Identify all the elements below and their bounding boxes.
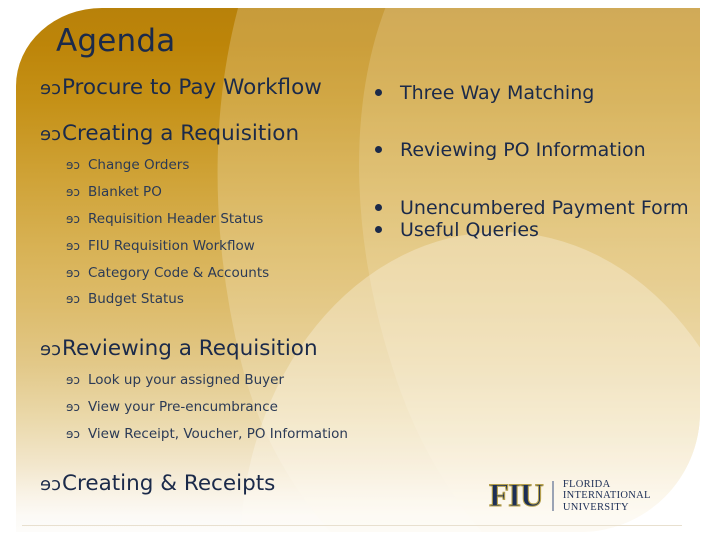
bullet-item-level2: ɘɔ View Receipt, Voucher, PO Information: [66, 427, 400, 442]
bullet-text: Creating & Receipts: [61, 470, 276, 496]
bullet-item-level2: ɘɔ Requisition Header Status: [66, 210, 400, 227]
bullet-item-level2: ɘɔ Look up your assigned Buyer: [66, 373, 400, 388]
bullet-text: View Receipt, Voucher, PO Information: [87, 425, 348, 442]
bullet-item-right: Reviewing PO Information: [375, 139, 705, 161]
ornament-bullet-icon: ɘɔ: [66, 185, 80, 199]
round-bullet-icon: [375, 89, 382, 96]
bullet-text: Three Way Matching: [400, 82, 595, 104]
bullet-item-right: Useful Queries: [375, 219, 705, 241]
bullet-item-level2: ɘɔ View your Pre-encumbrance: [66, 400, 400, 415]
ornament-bullet-icon: ɘɔ: [66, 426, 80, 441]
logo-line-florida: FLORIDA: [562, 478, 611, 490]
fiu-full-name: FLORIDA INTERNATIONAL UNIVERSITY: [563, 479, 651, 514]
round-bullet-icon: [375, 203, 382, 211]
bullet-text: Change Orders: [87, 157, 190, 174]
bullet-text: Useful Queries: [400, 219, 539, 242]
bullet-text: Unencumbered Payment Form: [400, 196, 689, 219]
presentation-slide: Agenda ɘɔ Procure to Pay Workflow ɘɔ Cre…: [0, 0, 720, 540]
bullet-item-level2: ɘɔ FIU Requisition Workflow: [66, 237, 400, 254]
fiu-logo: FIU FLORIDA INTERNATIONAL UNIVERSITY: [488, 477, 651, 514]
bullet-item-right: Three Way Matching: [375, 82, 705, 104]
bullet-item-level2: ɘɔ Category Code & Accounts: [66, 264, 400, 281]
ornament-bullet-icon: ɘɔ: [66, 400, 80, 415]
bullet-item-level2: ɘɔ Blanket PO: [66, 185, 400, 200]
ornament-bullet-icon: ɘɔ: [40, 473, 61, 495]
bullet-item-level1: ɘɔ Creating a Requisition: [40, 121, 400, 147]
logo-divider: [551, 481, 554, 511]
bullet-item-level1: ɘɔ Procure to Pay Workflow: [40, 75, 400, 100]
bullet-item-level2: ɘɔ Budget Status: [66, 292, 400, 307]
right-bullet-column: Three Way Matching Reviewing PO Informat…: [375, 82, 705, 242]
bullet-item-level1: ɘɔ Reviewing a Requisition: [40, 337, 400, 361]
ornament-bullet-icon: ɘɔ: [40, 124, 61, 146]
bullet-text: Procure to Pay Workflow: [61, 75, 322, 100]
ornament-bullet-icon: ɘɔ: [66, 373, 80, 388]
logo-line-university: UNIVERSITY: [562, 501, 629, 513]
bullet-text: FIU Requisition Workflow: [87, 237, 255, 254]
ornament-bullet-icon: ɘɔ: [66, 158, 80, 173]
logo-line-international: INTERNATIONAL: [562, 490, 651, 502]
bullet-text: Budget Status: [87, 291, 184, 308]
slide-title: Agenda: [56, 23, 176, 59]
round-bullet-icon: [375, 226, 382, 234]
bullet-text: Blanket PO: [87, 184, 162, 200]
bullet-item-right: Unencumbered Payment Form: [375, 197, 705, 219]
left-bullet-column: ɘɔ Procure to Pay Workflow ɘɔ Creating a…: [40, 75, 400, 508]
bullet-text: View your Pre-encumbrance: [87, 399, 278, 416]
ornament-bullet-icon: ɘɔ: [66, 292, 80, 307]
bullet-text: Category Code & Accounts: [87, 264, 270, 281]
bullet-text: Creating a Requisition: [61, 121, 300, 147]
bullet-item-level2: ɘɔ Change Orders: [66, 158, 400, 173]
ornament-bullet-icon: ɘɔ: [66, 211, 80, 226]
ornament-bullet-icon: ɘɔ: [40, 339, 61, 361]
ornament-bullet-icon: ɘɔ: [40, 78, 61, 99]
bullet-text: Requisition Header Status: [87, 210, 264, 227]
bullet-item-level1: ɘɔ Creating & Receipts: [40, 470, 400, 496]
bottom-divider: [22, 525, 682, 526]
slide-content: Agenda ɘɔ Procure to Pay Workflow ɘɔ Cre…: [0, 0, 720, 540]
ornament-bullet-icon: ɘɔ: [66, 238, 80, 253]
round-bullet-icon: [375, 146, 382, 154]
bullet-text: Reviewing PO Information: [400, 139, 646, 162]
ornament-bullet-icon: ɘɔ: [66, 265, 80, 280]
bullet-text: Reviewing a Requisition: [61, 336, 318, 362]
fiu-wordmark: FIU: [488, 477, 544, 514]
bullet-text: Look up your assigned Buyer: [87, 372, 285, 389]
